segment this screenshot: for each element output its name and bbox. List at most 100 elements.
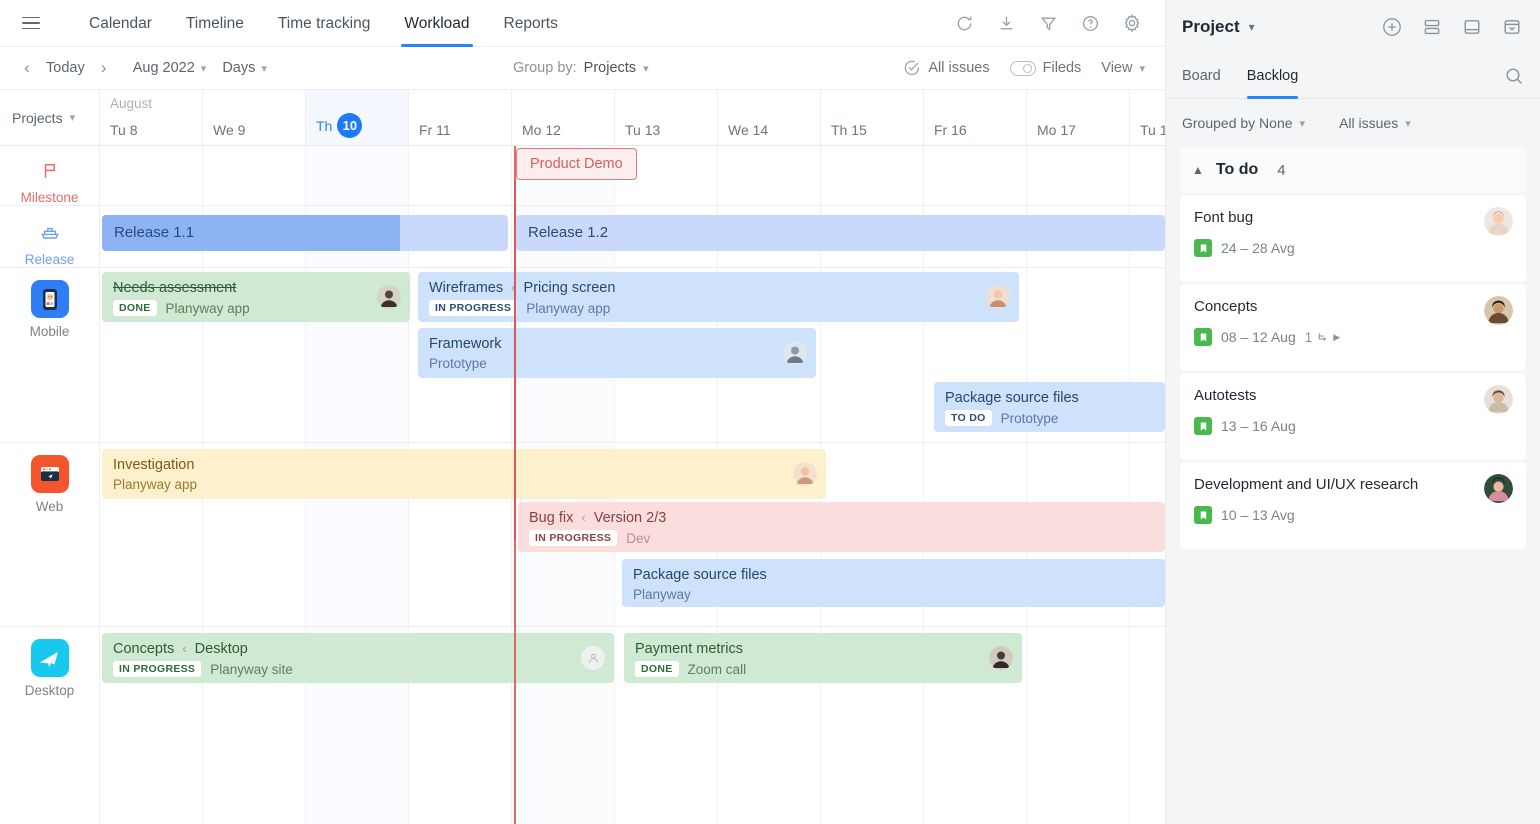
grouped-by-selector[interactable]: Grouped by None ▾ bbox=[1182, 115, 1305, 131]
day-label: Fr 11 bbox=[419, 122, 451, 138]
avatar bbox=[1484, 474, 1513, 503]
bookmark-icon bbox=[1194, 417, 1212, 435]
day-header-cell[interactable]: August Tu 8 bbox=[100, 90, 203, 145]
chevron-down-icon: ▾ bbox=[643, 62, 649, 75]
avatar bbox=[783, 341, 807, 365]
task-bar-framework[interactable]: Framework Prototype bbox=[418, 328, 816, 378]
task-bar-bug-fix[interactable]: Bug fix ‹ Version 2/3 IN PROGRESS Dev bbox=[518, 502, 1165, 552]
tab-board[interactable]: Board bbox=[1182, 54, 1221, 99]
day-label: Tu 1 bbox=[1140, 122, 1166, 138]
tab-time-tracking[interactable]: Time tracking bbox=[261, 0, 387, 47]
row-label-desktop[interactable]: Desktop bbox=[0, 627, 99, 823]
fields-label: Fileds bbox=[1043, 60, 1082, 76]
task-bar-payment-metrics[interactable]: Payment metrics DONE Zoom call bbox=[624, 633, 1022, 683]
collapse-panel-icon[interactable] bbox=[1500, 15, 1524, 39]
today-button[interactable]: Today bbox=[40, 60, 91, 76]
release-bar-1-2[interactable]: Release 1.2 bbox=[516, 215, 1165, 251]
milestone-product-demo[interactable]: Product Demo bbox=[516, 148, 637, 180]
row-label-mobile[interactable]: Mobile bbox=[0, 268, 99, 443]
status-badge: IN PROGRESS bbox=[113, 661, 201, 677]
day-header-cell[interactable]: Fr 11 bbox=[409, 90, 512, 145]
group-by-value: Projects bbox=[584, 60, 636, 76]
task-bar-investigation[interactable]: Investigation Planyway app bbox=[102, 449, 826, 499]
list-item[interactable]: Concepts 08 – 12 Aug 1 ▶ bbox=[1180, 284, 1526, 371]
download-icon[interactable] bbox=[993, 10, 1019, 36]
period-selector[interactable]: Aug 2022 ▾ bbox=[133, 60, 207, 76]
row-label-milestone[interactable]: Milestone bbox=[0, 146, 99, 206]
release-icon bbox=[35, 218, 65, 246]
tab-backlog[interactable]: Backlog bbox=[1247, 54, 1299, 99]
row-label-text: Desktop bbox=[25, 683, 75, 698]
task-bar-package-source-files-web[interactable]: Package source files Planyway bbox=[622, 559, 1165, 607]
fields-toggle[interactable]: Fileds bbox=[1010, 60, 1082, 76]
group-by-control[interactable]: Group by: Projects ▾ bbox=[513, 60, 649, 76]
filter-icon[interactable] bbox=[1035, 10, 1061, 36]
scale-selector[interactable]: Days ▾ bbox=[222, 60, 267, 76]
day-label-today: Th 10 bbox=[316, 113, 362, 138]
day-header-cell[interactable]: Th 15 bbox=[821, 90, 924, 145]
avatar bbox=[989, 646, 1013, 670]
release-bar-1-1[interactable]: Release 1.1 bbox=[102, 215, 508, 251]
settings-icon[interactable] bbox=[1119, 10, 1145, 36]
task-bar-package-source-files-mobile[interactable]: Package source files TO DO Prototype bbox=[934, 382, 1165, 432]
card-subtasks[interactable]: 1 ▶ bbox=[1305, 330, 1340, 345]
panel-header: Project ▾ bbox=[1166, 0, 1540, 54]
scale-label: Days bbox=[222, 60, 255, 76]
day-label: We 9 bbox=[213, 122, 245, 138]
tab-calendar[interactable]: Calendar bbox=[72, 0, 169, 47]
view-label: View bbox=[1101, 60, 1132, 76]
view-selector[interactable]: View ▾ bbox=[1101, 60, 1145, 76]
day-header-cell[interactable]: Mo 17 bbox=[1027, 90, 1130, 145]
add-icon[interactable] bbox=[1380, 15, 1404, 39]
refresh-icon[interactable] bbox=[951, 10, 977, 36]
grouped-by-label: Grouped by None bbox=[1182, 115, 1293, 131]
today-date-badge: 10 bbox=[337, 113, 362, 138]
issues-filter-selector[interactable]: All issues ▾ bbox=[1339, 115, 1411, 131]
hamburger-icon[interactable] bbox=[16, 8, 46, 38]
task-sub: IN PROGRESS Planyway site bbox=[113, 661, 603, 677]
day-header-cell[interactable]: We 14 bbox=[718, 90, 821, 145]
row-label-release[interactable]: Release bbox=[0, 206, 99, 268]
day-header-cell[interactable]: Mo 12 bbox=[512, 90, 615, 145]
task-bar-needs-assessment[interactable]: Needs assessment DONE Planyway app bbox=[102, 272, 410, 322]
timeline-row-labels: Milestone Release bbox=[0, 146, 100, 824]
tab-workload[interactable]: Workload bbox=[387, 0, 486, 47]
list-item[interactable]: Development and UI/UX research 10 – 13 A… bbox=[1180, 462, 1526, 549]
card-title: Development and UI/UX research bbox=[1194, 475, 1512, 495]
day-header-cell[interactable]: We 9 bbox=[203, 90, 306, 145]
row-label-text: Release bbox=[25, 252, 75, 267]
task-title: Investigation bbox=[113, 456, 815, 474]
list-item[interactable]: Autotests 13 – 16 Aug bbox=[1180, 373, 1526, 460]
avatar bbox=[1484, 385, 1513, 414]
tab-timeline[interactable]: Timeline bbox=[169, 0, 261, 47]
panel-title: Project bbox=[1182, 17, 1240, 37]
day-header-cell[interactable]: Tu 1 bbox=[1130, 90, 1166, 145]
timeline-lanes: Product Demo Release 1.1 Release 1.2 Nee… bbox=[100, 146, 1165, 824]
tab-reports[interactable]: Reports bbox=[487, 0, 575, 47]
task-prefix: Concepts bbox=[113, 641, 174, 657]
next-period-button[interactable]: › bbox=[91, 55, 117, 81]
chevron-down-icon[interactable]: ▾ bbox=[1249, 20, 1255, 34]
backlog-group-header[interactable]: ▲ To do 4 bbox=[1180, 147, 1526, 193]
split-view-icon[interactable] bbox=[1420, 15, 1444, 39]
projects-column-header[interactable]: Projects ▾ bbox=[0, 90, 100, 145]
task-meta: Dev bbox=[626, 531, 650, 546]
bottom-panel-icon[interactable] bbox=[1460, 15, 1484, 39]
day-header-cell-today[interactable]: Th 10 bbox=[306, 90, 409, 145]
avatar bbox=[1484, 296, 1513, 325]
help-icon[interactable] bbox=[1077, 10, 1103, 36]
all-issues-filter[interactable]: All issues bbox=[903, 59, 989, 77]
prev-period-button[interactable]: ‹ bbox=[14, 55, 40, 81]
row-label-web[interactable]: Web bbox=[0, 443, 99, 627]
list-item[interactable]: Font bug 24 – 28 Avg bbox=[1180, 195, 1526, 282]
day-header-cell[interactable]: Fr 16 bbox=[924, 90, 1027, 145]
check-circle-icon bbox=[903, 59, 921, 77]
task-sub: TO DO Prototype bbox=[945, 410, 1154, 426]
status-badge: IN PROGRESS bbox=[529, 530, 617, 546]
task-bar-concepts-desktop[interactable]: Concepts ‹ Desktop IN PROGRESS Planyway … bbox=[102, 633, 614, 683]
card-meta-row: 13 – 16 Aug bbox=[1194, 417, 1512, 435]
search-icon[interactable] bbox=[1504, 66, 1524, 86]
task-bar-pricing-screen[interactable]: Wireframes ‹ Pricing screen IN PROGRESS … bbox=[418, 272, 1019, 322]
task-sub: Prototype bbox=[429, 356, 805, 371]
day-header-cell[interactable]: Tu 13 bbox=[615, 90, 718, 145]
